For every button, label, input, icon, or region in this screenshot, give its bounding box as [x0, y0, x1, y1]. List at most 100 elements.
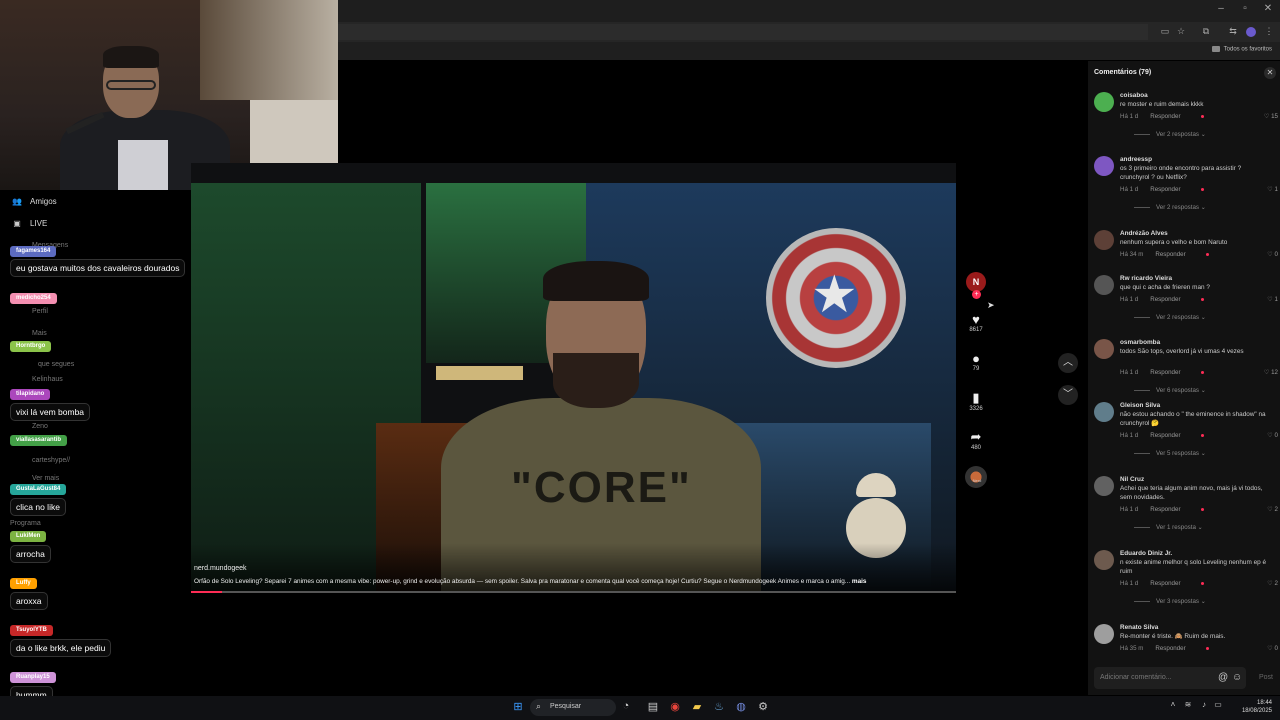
comment-like-button[interactable]: ♡ 0: [1267, 432, 1278, 439]
chrome-icon[interactable]: ◉: [667, 700, 683, 713]
comment-meta: Há 1 d Responder: [1120, 580, 1204, 587]
view-replies-link[interactable]: Ver 6 respostas ⌄: [1134, 387, 1206, 394]
view-replies-link[interactable]: Ver 3 respostas ⌄: [1134, 598, 1206, 605]
comment-avatar[interactable]: [1094, 476, 1114, 496]
mention-icon[interactable]: @: [1218, 672, 1228, 683]
reply-button[interactable]: Responder: [1150, 113, 1180, 120]
file-explorer-icon[interactable]: ▤: [645, 700, 661, 713]
heart-outline-icon: ♡: [1263, 113, 1270, 120]
sidebar-item-live[interactable]: ▣ LIVE: [12, 219, 47, 228]
creator-avatar[interactable]: N: [966, 272, 986, 292]
browser-titlebar: [338, 0, 1280, 22]
battery-icon[interactable]: ▭: [1210, 700, 1226, 709]
next-video-button[interactable]: ﹀: [1058, 385, 1078, 405]
comment-avatar[interactable]: [1094, 402, 1114, 422]
comment-like-button[interactable]: ♡ 0: [1267, 645, 1278, 652]
reply-button[interactable]: Responder: [1150, 369, 1180, 376]
caption-more-link[interactable]: mais: [852, 578, 867, 585]
comment-username[interactable]: andreessp: [1120, 156, 1152, 163]
comment-avatar[interactable]: [1094, 624, 1114, 644]
windows-start-icon[interactable]: ⊞: [510, 700, 526, 713]
menu-icon[interactable]: ⋮: [1262, 26, 1276, 37]
maximize-icon[interactable]: ▫: [1234, 3, 1256, 14]
comment-like-button[interactable]: ♡ 1: [1267, 186, 1278, 193]
follow-plus-icon[interactable]: +: [972, 290, 981, 299]
save-button[interactable]: ▮ 3326: [967, 390, 985, 412]
comment-time: Há 35 m: [1120, 645, 1144, 652]
close-icon[interactable]: ✕: [1257, 3, 1279, 14]
system-clock[interactable]: 18:44 18/08/2025: [1242, 700, 1272, 716]
reply-button[interactable]: Responder: [1150, 186, 1180, 193]
settings-icon[interactable]: ⚙: [755, 700, 771, 713]
discord-icon[interactable]: ◍: [733, 700, 749, 713]
widgets-icon[interactable]: ◔: [618, 700, 634, 712]
comment-avatar[interactable]: [1094, 550, 1114, 570]
share-button[interactable]: ➦ 480: [967, 429, 985, 451]
reply-button[interactable]: Responder: [1150, 580, 1180, 587]
video-player[interactable]: ★ "CORE" nerd.mundogeek Órfão de Solo Le…: [191, 163, 956, 593]
comment-like-count: 0: [1274, 251, 1278, 258]
comment-username[interactable]: Gleison Silva: [1120, 402, 1160, 409]
emoji-icon[interactable]: ☺: [1232, 672, 1242, 683]
reply-button[interactable]: Responder: [1150, 506, 1180, 513]
address-bar[interactable]: [338, 24, 1148, 40]
extensions-icon[interactable]: ⧉: [1199, 26, 1213, 37]
comment-like-button[interactable]: ♡ 15: [1264, 113, 1278, 120]
comment-button[interactable]: ● 79: [967, 351, 985, 372]
star-icon[interactable]: ☆: [1174, 26, 1188, 37]
comment-username[interactable]: Renato Silva: [1120, 624, 1158, 631]
view-replies-link[interactable]: Ver 2 respostas ⌄: [1134, 204, 1206, 211]
creator-liked-dot: [1200, 297, 1204, 301]
reply-button[interactable]: Responder: [1155, 645, 1185, 652]
comment-username[interactable]: Andrézão Alves: [1120, 230, 1168, 237]
reply-button[interactable]: Responder: [1150, 296, 1180, 303]
friends-icon: 👥: [12, 197, 22, 206]
minimize-icon[interactable]: –: [1210, 3, 1232, 14]
taskbar-search[interactable]: ⌕ Pesquisar: [530, 699, 616, 716]
cast-icon[interactable]: ▭: [1158, 26, 1172, 37]
post-button[interactable]: Post: [1259, 674, 1273, 681]
view-replies-link[interactable]: Ver 2 respostas ⌄: [1134, 314, 1206, 321]
comment-avatar[interactable]: [1094, 275, 1114, 295]
comment-username[interactable]: Nil Cruz: [1120, 476, 1144, 483]
comment-username[interactable]: Eduardo Diniz Jr.: [1120, 550, 1172, 557]
comment-like-count: 0: [1274, 645, 1278, 652]
comment-like-button[interactable]: ♡ 0: [1267, 251, 1278, 258]
chat-message: vixi lá vem bomba: [10, 403, 91, 421]
comment-like-button[interactable]: ♡ 2: [1267, 506, 1278, 513]
previous-video-button[interactable]: ︿: [1058, 353, 1078, 373]
comment-avatar[interactable]: [1094, 92, 1114, 112]
like-button[interactable]: ♥ 8617: [967, 312, 985, 333]
comment-username[interactable]: coisaboa: [1120, 92, 1148, 99]
reply-button[interactable]: Responder: [1155, 251, 1185, 258]
wifi-icon[interactable]: ≋: [1180, 700, 1196, 709]
comment-like-button[interactable]: ♡ 1: [1267, 296, 1278, 303]
view-replies-link[interactable]: Ver 1 resposta ⌄: [1134, 524, 1203, 531]
reply-button[interactable]: Responder: [1150, 432, 1180, 439]
all-bookmarks-button[interactable]: Todos os favoritos: [1211, 46, 1272, 53]
comment-like-button[interactable]: ♡ 2: [1267, 580, 1278, 587]
comment-like-button[interactable]: ♡ 12: [1264, 369, 1278, 376]
close-comments-button[interactable]: ✕: [1264, 67, 1276, 79]
video-progress-bar[interactable]: [191, 591, 956, 593]
search-label: Pesquisar: [550, 703, 582, 710]
cast-tab-icon[interactable]: ⇆: [1226, 26, 1240, 37]
profile-icon[interactable]: [1246, 27, 1256, 37]
view-replies-link[interactable]: Ver 2 respostas ⌄: [1134, 131, 1206, 138]
comment-avatar[interactable]: [1094, 156, 1114, 176]
sidebar-ghost-item: Programa: [10, 520, 41, 527]
folder-icon[interactable]: ▰: [689, 700, 705, 713]
steam-icon[interactable]: ♨: [711, 700, 727, 713]
chat-message: aroxxa: [10, 592, 48, 610]
chat-message: arrocha: [10, 545, 51, 563]
tray-chevron-icon[interactable]: ˄: [1165, 700, 1181, 709]
comment-username[interactable]: Rw ricardo Vieira: [1120, 275, 1172, 282]
sound-disc[interactable]: [965, 466, 987, 488]
comment-avatar[interactable]: [1094, 339, 1114, 359]
video-author[interactable]: nerd.mundogeek: [194, 565, 247, 572]
view-replies-link[interactable]: Ver 5 respostas ⌄: [1134, 450, 1206, 457]
comment-username[interactable]: osmarbomba: [1120, 339, 1160, 346]
sidebar-item-friends[interactable]: 👥 Amigos: [12, 197, 57, 206]
comment-input[interactable]: Adicionar comentário... @ ☺: [1094, 667, 1246, 689]
comment-avatar[interactable]: [1094, 230, 1114, 250]
